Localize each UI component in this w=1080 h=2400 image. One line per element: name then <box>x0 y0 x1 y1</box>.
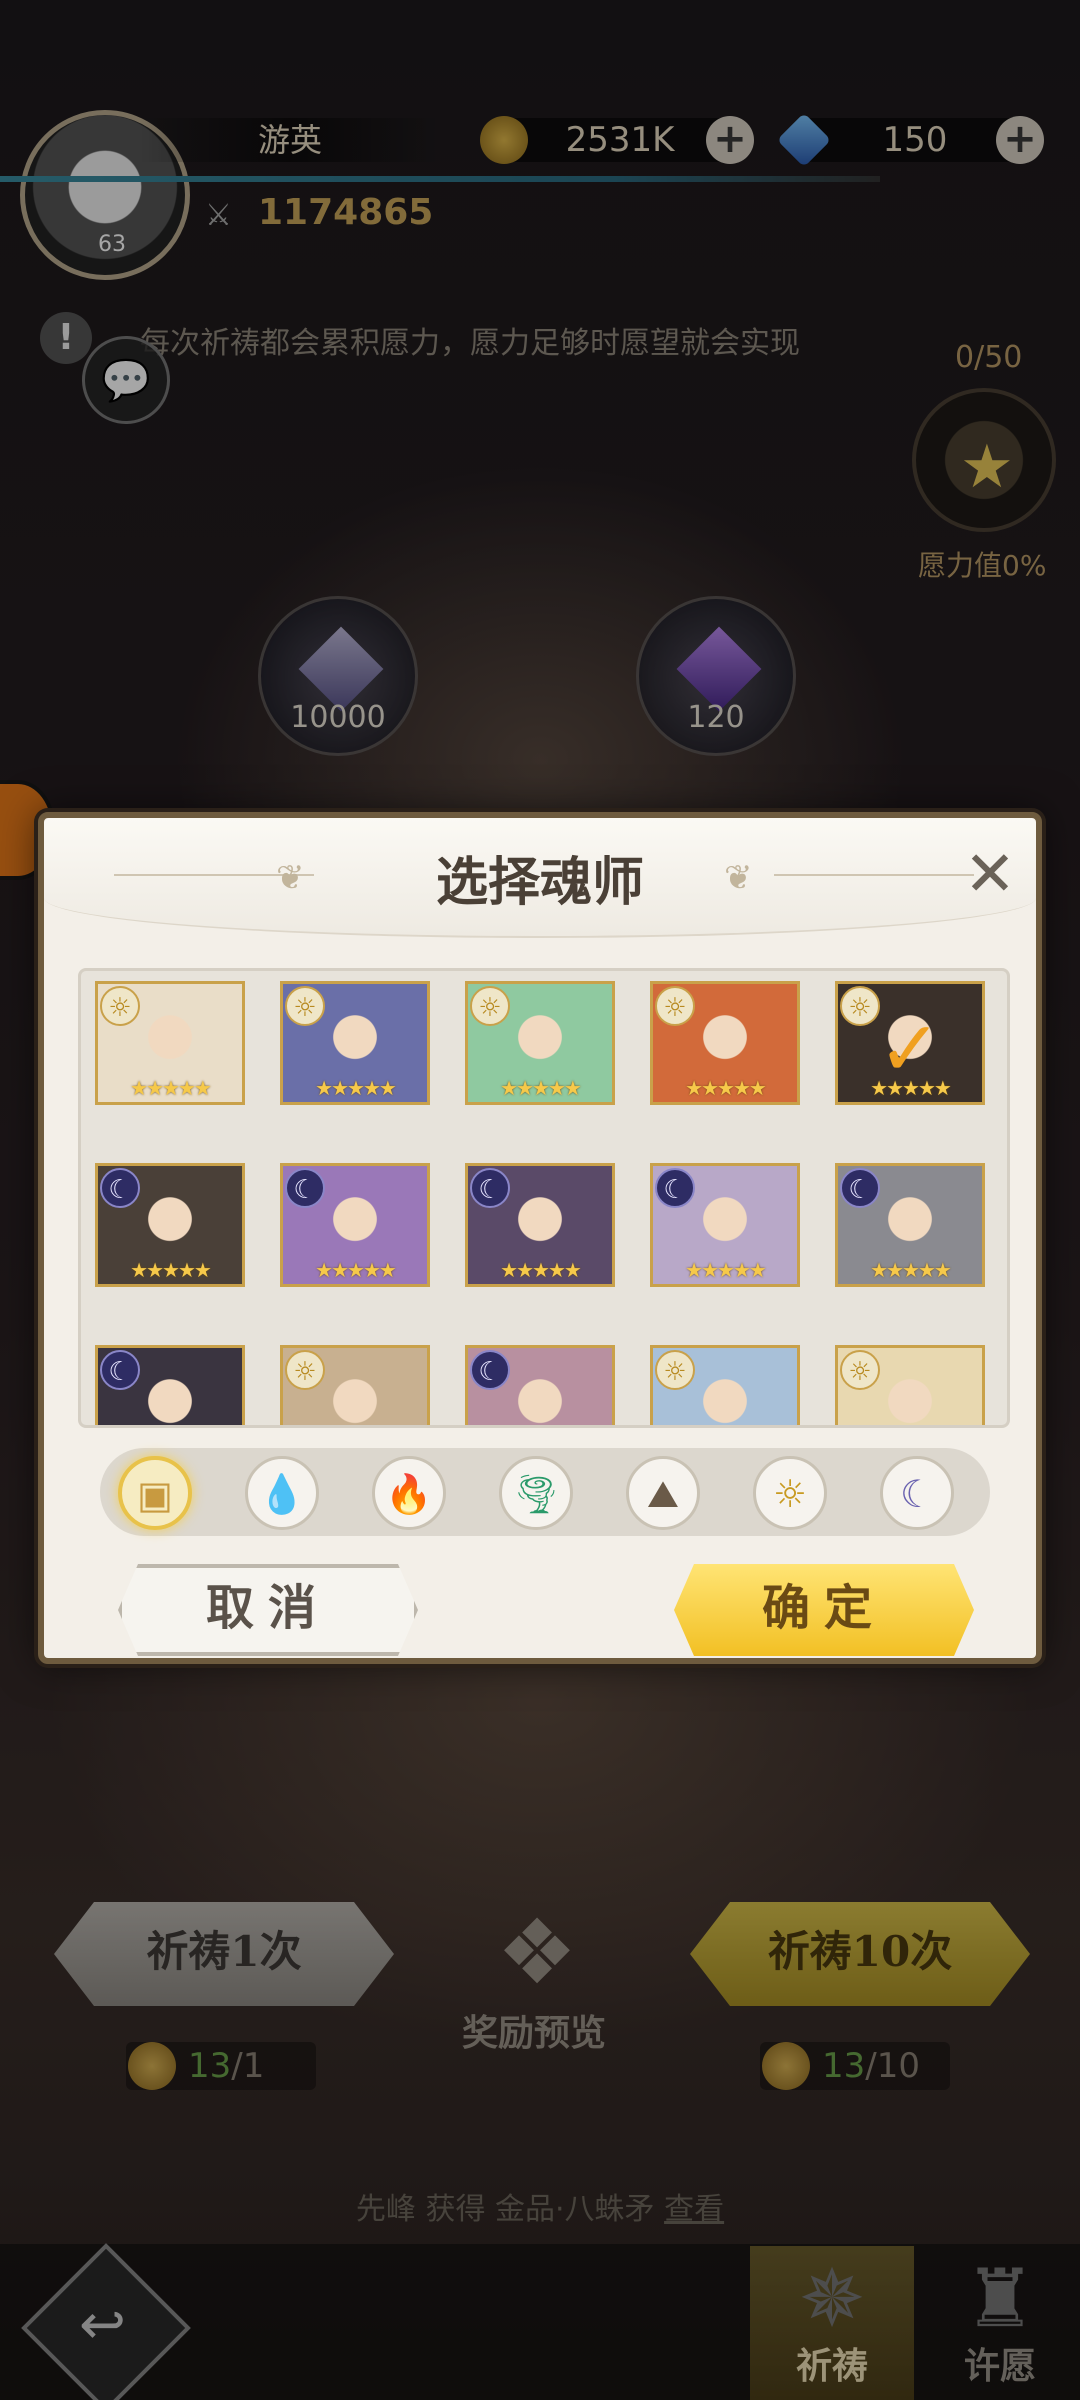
hero-grid-frame[interactable]: ☼ ★★★★★ ☼ ★★★★★ ☼ ★★★★★ ☼ ★★★★★ ☼ ★★★★★ ✓ ☾ ★★★★★ ☾ ★★… <box>78 968 1010 1428</box>
all-box-icon: ▣ <box>137 1473 173 1517</box>
fire-icon: 🔥 <box>385 1472 433 1516</box>
light-element-icon: ☼ <box>285 1350 325 1390</box>
star-rating: ★★★★★ <box>685 1076 767 1100</box>
select-hero-dialog: ❦ 选择魂师 ❦ ✕ ☼ ★★★★★ ☼ ★★★★★ ☼ ★★★★★ ☼ ★★★★★ ☼ ★★★★… <box>38 812 1042 1664</box>
fire-filter-button[interactable]: 🔥 <box>372 1456 446 1530</box>
light-icon: ☼ <box>772 1472 808 1516</box>
light-element-icon: ☼ <box>655 986 695 1026</box>
title-divider-right <box>774 874 974 876</box>
ornament-icon: ❦ <box>724 858 753 898</box>
dark-element-icon: ☾ <box>840 1168 880 1208</box>
hero-card[interactable]: ☼ ★★★★★ <box>650 981 800 1105</box>
hero-card[interactable]: ☼ <box>650 1345 800 1425</box>
dark-element-icon: ☾ <box>470 1168 510 1208</box>
light-element-icon: ☼ <box>470 986 510 1026</box>
hero-card[interactable]: ☼ ★★★★★ <box>465 981 615 1105</box>
hero-card[interactable]: ☾ ★★★★★ <box>650 1163 800 1287</box>
close-button[interactable]: ✕ <box>958 843 1022 908</box>
all-box-filter-button[interactable]: ▣ <box>118 1456 192 1530</box>
star-rating: ★★★★★ <box>315 1258 397 1282</box>
dialog-title: 选择魂师 <box>435 852 644 913</box>
light-filter-button[interactable]: ☼ <box>753 1456 827 1530</box>
hero-card[interactable]: ☾ <box>95 1345 245 1425</box>
star-rating: ★★★★★ <box>130 1076 212 1100</box>
star-rating: ★★★★★ <box>685 1258 767 1282</box>
hero-card[interactable]: ☾ ★★★★★ <box>95 1163 245 1287</box>
dark-element-icon: ☾ <box>655 1168 695 1208</box>
light-element-icon: ☼ <box>840 986 880 1026</box>
wind-icon: 🌪 <box>511 1472 561 1516</box>
star-rating: ★★★★★ <box>130 1258 212 1282</box>
light-element-icon: ☼ <box>285 986 325 1026</box>
water-filter-button[interactable]: 💧 <box>245 1456 319 1530</box>
wind-filter-button[interactable]: 🌪 <box>499 1456 573 1530</box>
dark-filter-button[interactable]: ☾ <box>880 1456 954 1530</box>
light-element-icon: ☼ <box>100 986 140 1026</box>
hero-card[interactable]: ☼ <box>835 1345 985 1425</box>
dark-icon: ☾ <box>899 1472 935 1516</box>
hero-card[interactable]: ☼ <box>280 1345 430 1425</box>
star-rating: ★★★★★ <box>500 1076 582 1100</box>
hero-card[interactable]: ☼ ★★★★★ ✓ <box>835 981 985 1105</box>
hero-card[interactable]: ☾ ★★★★★ <box>280 1163 430 1287</box>
light-element-icon: ☼ <box>840 1350 880 1390</box>
dark-element-icon: ☾ <box>100 1350 140 1390</box>
hero-card[interactable]: ☼ ★★★★★ <box>95 981 245 1105</box>
dark-element-icon: ☾ <box>470 1350 510 1390</box>
element-filter-bar: ▣ 💧 🔥 🌪 ⛰ ☼ ☾ <box>100 1448 990 1536</box>
selected-check-icon: ✓ <box>878 1004 942 1093</box>
earth-filter-button[interactable]: ⛰ <box>626 1456 700 1530</box>
water-icon: 💧 <box>258 1472 306 1516</box>
light-element-icon: ☼ <box>655 1350 695 1390</box>
dark-element-icon: ☾ <box>100 1168 140 1208</box>
star-rating: ★★★★★ <box>870 1258 952 1282</box>
dark-element-icon: ☾ <box>285 1168 325 1208</box>
earth-icon: ⛰ <box>647 1472 679 1516</box>
hero-card[interactable]: ☼ ★★★★★ <box>280 981 430 1105</box>
confirm-button[interactable]: 确定 <box>674 1564 974 1656</box>
dialog-header: ❦ 选择魂师 ❦ ✕ <box>44 818 1036 938</box>
hero-card[interactable]: ☾ ★★★★★ <box>835 1163 985 1287</box>
star-rating: ★★★★★ <box>315 1076 397 1100</box>
cancel-button[interactable]: 取消 <box>118 1564 418 1656</box>
hero-card[interactable]: ☾ ★★★★★ <box>465 1163 615 1287</box>
star-rating: ★★★★★ <box>500 1258 582 1282</box>
hero-card[interactable]: ☾ <box>465 1345 615 1425</box>
